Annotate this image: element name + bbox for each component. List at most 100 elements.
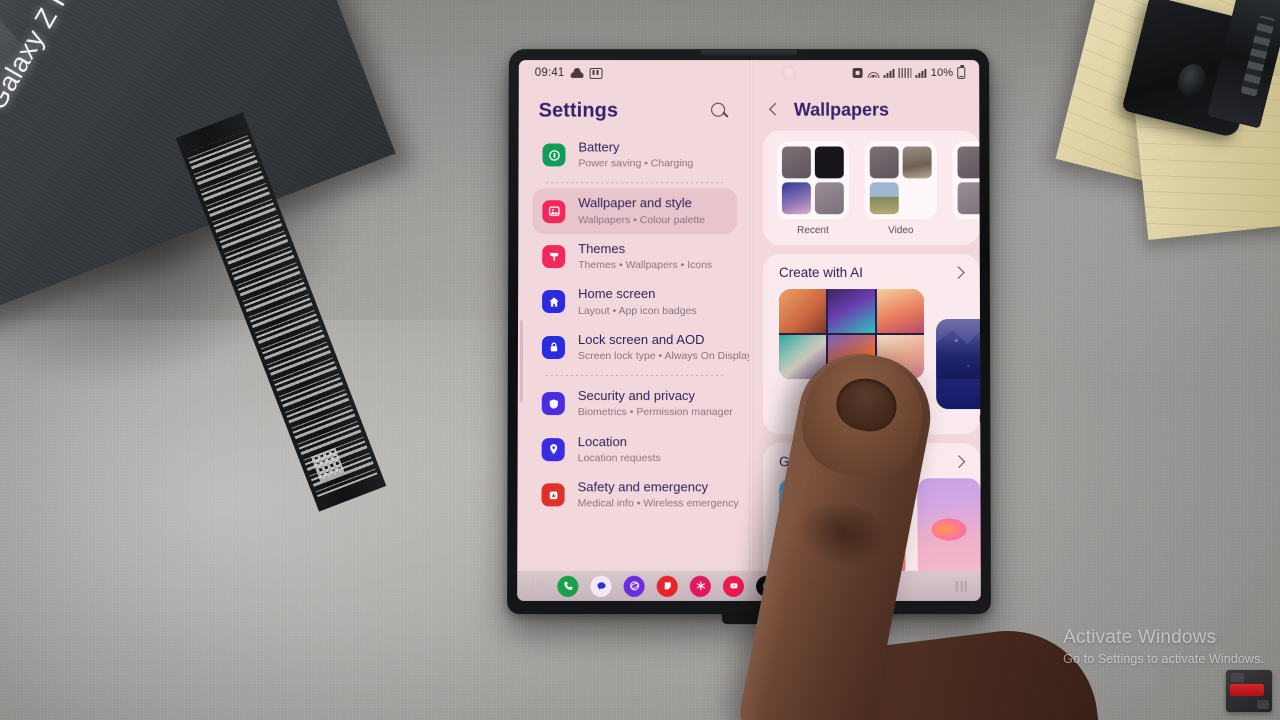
wallpaper-source-label: Ca: [953, 225, 981, 236]
sidebar-item-title: Themes: [578, 240, 626, 256]
keyboard-key: [1231, 673, 1244, 682]
thumbnail: [902, 146, 932, 179]
thumbnail: [814, 146, 844, 179]
sidebar-item-subtitle: Power saving • Charging: [578, 157, 694, 170]
wallpaper-source-video[interactable]: Video: [864, 141, 937, 236]
battery-icon: [957, 67, 966, 79]
sidebar-item-text: Lock screen and AOD Screen lock type • A…: [577, 331, 749, 363]
sidebar-item-safety-and-emergency[interactable]: Safety and emergency Medical info • Wire…: [531, 472, 739, 518]
search-icon[interactable]: [709, 100, 731, 122]
sidebar-item-title: Battery: [578, 139, 620, 155]
wallpapers-header: Wallpapers: [753, 86, 979, 131]
wifi-icon: [867, 68, 880, 78]
sidebar-item-title: Security and privacy: [577, 388, 696, 404]
snowflake-app[interactable]: [689, 575, 711, 597]
chevron-right-icon[interactable]: [951, 454, 966, 469]
sidebar-item-themes[interactable]: Themes Themes • Wallpapers • Icons: [532, 234, 737, 279]
sidebar-item-title: Location: [577, 433, 627, 449]
wallpaper-source-recent[interactable]: Recent: [776, 141, 849, 237]
sidebar-item-text: Home screen Layout • App icon badges: [578, 286, 697, 317]
sidebar-item-home-screen[interactable]: Home screen Layout • App icon badges: [532, 279, 737, 324]
wallpaper-source-label: Recent: [797, 225, 829, 237]
battery-circle-icon: [542, 143, 566, 167]
shield-icon: [541, 392, 565, 416]
sidebar-item-subtitle: Layout • App icon badges: [578, 304, 697, 317]
thumbnail: [957, 146, 981, 179]
cloud-icon: [570, 68, 583, 77]
app-grid-icon[interactable]: [531, 579, 545, 593]
ai-thumb: [876, 289, 925, 333]
wallpaper-sources-row: Recent Video: [763, 141, 981, 237]
camera-punch-hole: [781, 65, 798, 81]
sidebar-item-title: Lock screen and AOD: [577, 331, 705, 347]
phone-app[interactable]: [557, 575, 579, 597]
emergency-icon: [541, 483, 565, 507]
dnd-icon: [589, 67, 603, 79]
thumbnail: [903, 182, 932, 214]
internet-app[interactable]: [623, 575, 645, 597]
page-title: Settings: [538, 99, 619, 122]
signal-icon: [883, 68, 895, 78]
sidebar-item-title: Wallpaper and style: [578, 195, 692, 211]
video-thumb-grid: [864, 141, 937, 220]
list-divider: [546, 182, 726, 184]
device-top-notch: [701, 50, 797, 59]
sidebar-item-wallpaper-and-style[interactable]: Wallpaper and style Wallpapers • Colour …: [532, 188, 738, 234]
wallpaper-sources-card: Recent Video: [762, 130, 981, 246]
messages-app[interactable]: [590, 575, 612, 597]
status-bar-left: 09:41: [535, 67, 603, 79]
sidebar-item-text: Safety and emergency Medical info • Wire…: [577, 479, 739, 511]
settings-list[interactable]: Battery Power saving • Charging Wallpape…: [517, 133, 749, 571]
thumbnail: [781, 146, 811, 179]
sidebar-item-title: Safety and emergency: [577, 479, 708, 495]
settings-header: Settings: [519, 86, 749, 133]
wallpapers-title: Wallpapers: [793, 99, 889, 120]
sim-icon: [898, 67, 912, 78]
recents-icon[interactable]: [955, 580, 967, 592]
sidebar-item-subtitle: Wallpapers • Colour palette: [578, 213, 706, 226]
signal-icon-secondary: [915, 68, 927, 78]
wallpaper-label: P: [936, 414, 981, 425]
home-icon: [542, 290, 566, 314]
thumbnail: [957, 182, 981, 215]
corner-thumbnail-overlay: [1226, 670, 1272, 712]
sidebar-item-location[interactable]: Location Location requests: [532, 427, 737, 473]
finger-knuckle: [792, 496, 895, 575]
red-keyboard-key: [1230, 684, 1264, 696]
sidebar-item-subtitle: Themes • Wallpapers • Icons: [578, 259, 713, 272]
sidebar-item-text: Location Location requests: [578, 434, 661, 466]
graphical-wallpaper-pink[interactable]: [917, 478, 981, 571]
sidebar-item-battery[interactable]: Battery Power saving • Charging: [532, 133, 737, 178]
fingernail: [832, 373, 902, 437]
status-bar-right: 10%: [781, 65, 966, 81]
gallery-thumb-grid: [952, 141, 981, 220]
thumbnail: [781, 182, 811, 215]
sidebar-item-subtitle: Screen lock type • Always On Display: [577, 349, 749, 362]
sidebar-item-security-and-privacy[interactable]: Security and privacy Biometrics • Permis…: [532, 381, 737, 427]
sidebar-item-subtitle: Biometrics • Permission manager: [577, 406, 733, 419]
thumbnail: [814, 182, 844, 215]
night-sky-thumbnail: [935, 319, 981, 410]
section-title: Create with AI: [778, 265, 863, 281]
sidebar-item-subtitle: Location requests: [577, 451, 661, 465]
back-chevron-icon[interactable]: [765, 102, 782, 119]
battery-percent-label: 10%: [930, 67, 954, 79]
ai-thumb: [827, 289, 876, 333]
alarm-icon: [852, 67, 863, 78]
wallpaper-source-gallery[interactable]: Ca: [952, 141, 981, 237]
ai-wallpaper-night[interactable]: P: [935, 289, 981, 425]
sidebar-item-text: Security and privacy Biometrics • Permis…: [577, 388, 733, 419]
keyboard-key-small: [1257, 700, 1269, 709]
sidebar-item-text: Battery Power saving • Charging: [578, 140, 693, 171]
create-with-ai-header: Create with AI: [763, 265, 980, 289]
image-icon: [542, 199, 566, 223]
recent-thumb-grid: [776, 141, 849, 220]
ai-thumb: [778, 289, 827, 333]
scrollbar-indicator[interactable]: [519, 320, 524, 403]
status-bar: 09:41 10%: [519, 60, 979, 86]
sidebar-item-lock-screen-and-aod[interactable]: Lock screen and AOD Screen lock type • A…: [532, 325, 749, 370]
chevron-right-icon[interactable]: [951, 265, 966, 280]
notes-app[interactable]: [656, 575, 678, 597]
thumbnail: [869, 146, 899, 179]
brush-icon: [542, 245, 566, 269]
